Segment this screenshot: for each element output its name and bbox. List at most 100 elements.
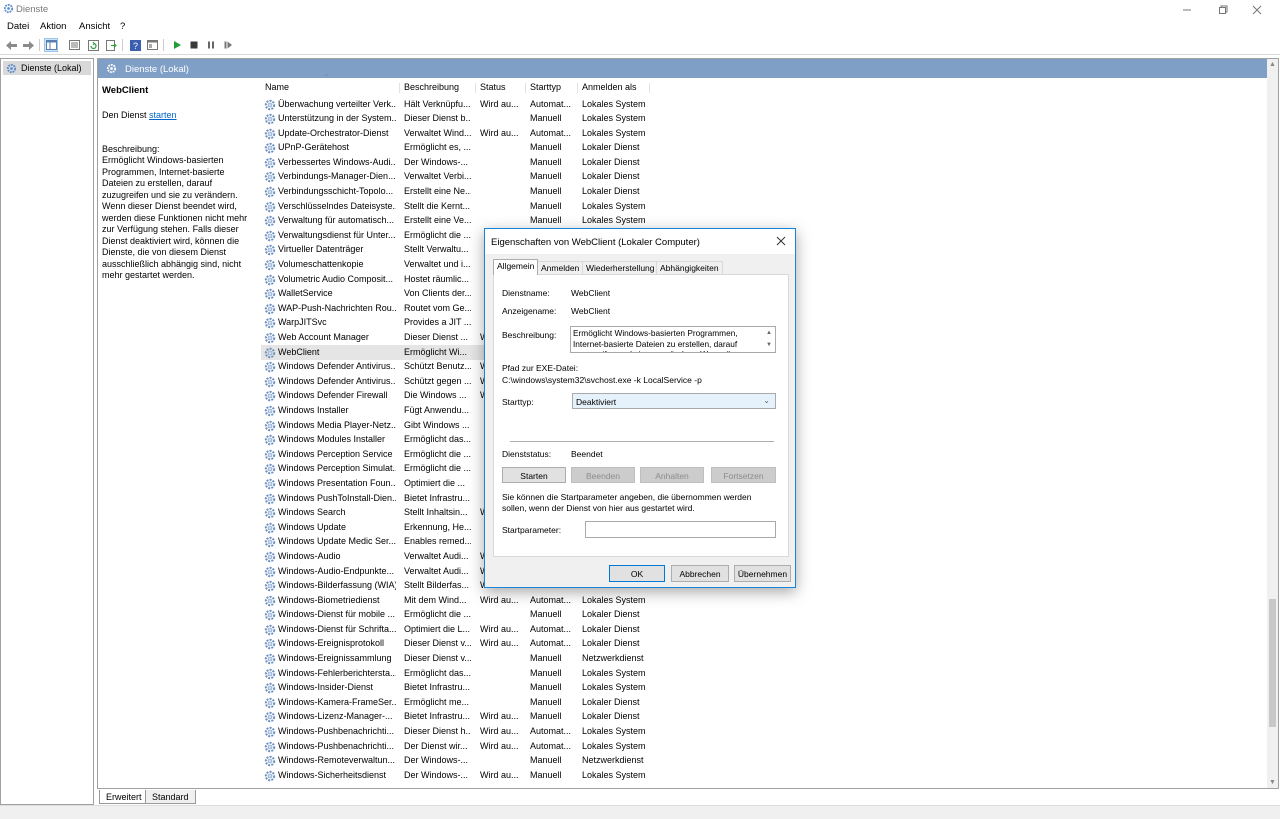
cell-description: Optimiert die ... <box>404 477 466 488</box>
cancel-button[interactable]: Abbrechen <box>671 565 729 582</box>
cell-name: Verbindungs-Manager-Dien... <box>278 171 396 182</box>
table-row[interactable]: Update-Orchestrator-Dienst Verwaltet Wind… <box>261 126 661 141</box>
cell-name: Verschlüsselndes Dateisyste... <box>278 200 396 211</box>
cell-logon: Lokales System <box>582 200 646 211</box>
cell-description: Ermöglicht die ... <box>404 229 471 240</box>
table-row[interactable]: Unterstützung in der System... Dieser Die… <box>261 112 661 127</box>
description-scrollbar[interactable]: ▲ ▼ <box>764 327 774 352</box>
table-row[interactable]: Windows-Biometriedienst Mit dem Wind... Wi… <box>261 593 661 608</box>
table-row[interactable]: UPnP-Gerätehost Ermöglicht es, ... Manuell… <box>261 141 661 156</box>
cell-description: Routet vom Ge... <box>404 302 471 313</box>
table-row[interactable]: Windows-Dienst für Schrifta... Optimiert … <box>261 622 661 637</box>
table-row[interactable]: Windows-Dienst für mobile ... Ermöglicht … <box>261 608 661 623</box>
tree-item-services-local[interactable]: Dienste (Lokal) <box>3 61 91 75</box>
service-gear-icon <box>264 405 276 417</box>
menu-aktion[interactable]: Aktion <box>40 21 66 32</box>
column-divider[interactable] <box>525 83 526 93</box>
table-row[interactable]: Windows-Pushbenachrichti... Der Dienst wi… <box>261 739 661 754</box>
service-gear-icon <box>264 653 276 665</box>
table-row[interactable]: Verbindungs-Manager-Dien... Verwaltet Ver… <box>261 170 661 185</box>
description-textbox[interactable]: Ermöglicht Windows-basierten Programmen,… <box>570 326 776 353</box>
refresh-icon[interactable] <box>86 38 100 52</box>
forward-icon[interactable] <box>21 38 35 52</box>
table-row[interactable]: Verbessertes Windows-Audi... Der Windows-… <box>261 155 661 170</box>
cell-logon: Lokales System <box>582 98 646 109</box>
pause-button[interactable]: Anhalten <box>640 467 704 483</box>
vertical-scrollbar[interactable]: ▲ ▼ <box>1267 59 1278 788</box>
tab-anmelden[interactable]: Anmelden <box>537 261 584 274</box>
column-name[interactable]: Name <box>265 82 289 93</box>
cell-description: Bietet Infrastru... <box>404 682 471 693</box>
help-icon[interactable]: ? <box>128 38 142 52</box>
tab-standard[interactable]: Standard <box>145 790 196 804</box>
service-gear-icon <box>264 303 276 315</box>
cell-status: Wird au... <box>480 623 519 634</box>
scroll-thumb[interactable] <box>1269 599 1276 727</box>
cell-name: WebClient <box>278 346 320 357</box>
service-gear-icon <box>264 215 276 227</box>
column-divider[interactable] <box>577 83 578 93</box>
table-row[interactable]: Windows-Pushbenachrichti... Dieser Dienst… <box>261 725 661 740</box>
cell-name: Windows Defender Firewall <box>278 390 388 401</box>
table-row[interactable]: Verwaltung für automatisch... Erstellt ei… <box>261 214 661 229</box>
restart-service-icon[interactable] <box>221 38 235 52</box>
tab-abhaengigkeiten[interactable]: Abhängigkeiten <box>656 261 723 274</box>
cell-name: Verbindungsschicht-Topolo... <box>278 186 394 197</box>
cell-logon: Lokaler Dienst <box>582 609 640 620</box>
tab-allgemein[interactable]: Allgemein <box>493 259 539 275</box>
console-tree: Dienste (Lokal) <box>0 58 94 805</box>
description-pane: WebClient Den Dienst starten Beschreibun… <box>98 78 256 788</box>
table-row[interactable]: Windows-Fehlerberichtersta... Ermöglicht … <box>261 666 661 681</box>
cell-description: Stellt die Kernt... <box>404 200 471 211</box>
column-status[interactable]: Status <box>480 82 506 93</box>
stop-service-icon[interactable] <box>187 38 201 52</box>
scroll-up-icon[interactable]: ▲ <box>1269 61 1276 68</box>
table-row[interactable]: Verschlüsselndes Dateisyste... Stellt die… <box>261 199 661 214</box>
stop-button[interactable]: Beenden <box>571 467 635 483</box>
table-row[interactable]: Windows-Ereignissammlung Dieser Dienst v.… <box>261 652 661 667</box>
startparams-input[interactable] <box>585 521 776 538</box>
table-row[interactable]: Verbindungsschicht-Topolo... Erstellt ein… <box>261 185 661 200</box>
column-divider[interactable] <box>649 83 650 93</box>
tab-wiederherstellung[interactable]: Wiederherstellung <box>582 261 659 274</box>
starttype-select[interactable]: Deaktiviert ⌄ <box>572 393 776 409</box>
divider <box>510 441 774 442</box>
show-hide-icon[interactable] <box>145 38 159 52</box>
table-row[interactable]: Windows-Sicherheitsdienst Der Windows-...… <box>261 768 661 783</box>
table-row[interactable]: Windows-Insider-Dienst Bietet Infrastru..… <box>261 681 661 696</box>
cell-starttype: Automat... <box>530 638 572 649</box>
pause-service-icon[interactable] <box>204 38 218 52</box>
tab-erweitert[interactable]: Erweitert <box>99 790 149 804</box>
ok-button[interactable]: OK <box>609 565 665 582</box>
table-row[interactable]: Windows-Remoteverwaltun... Der Windows-..… <box>261 754 661 769</box>
start-service-link[interactable]: starten <box>149 110 177 120</box>
table-row[interactable]: Überwachung verteilter Verk... Hält Verkn… <box>261 97 661 112</box>
table-row[interactable]: Windows-Kamera-FrameSer... Ermöglicht me.… <box>261 695 661 710</box>
table-row[interactable]: Windows-Lizenz-Manager-... Bietet Infrast… <box>261 710 661 725</box>
console-tree-icon[interactable] <box>44 38 58 52</box>
column-divider[interactable] <box>399 83 400 93</box>
toolbar-separator <box>39 39 40 51</box>
cell-description: Ermöglicht die ... <box>404 609 471 620</box>
start-service-icon[interactable] <box>170 38 184 52</box>
column-divider[interactable] <box>475 83 476 93</box>
dialog-close-icon[interactable] <box>773 233 789 249</box>
menu-help[interactable]: ? <box>120 21 125 32</box>
menu-datei[interactable]: Datei <box>7 21 29 32</box>
column-description[interactable]: Beschreibung <box>404 82 459 93</box>
cell-starttype: Automat... <box>530 726 572 737</box>
column-logon[interactable]: Anmelden als <box>582 82 637 93</box>
column-starttype[interactable]: Starttyp <box>530 82 561 93</box>
resume-button[interactable]: Fortsetzen <box>711 467 776 483</box>
table-row[interactable]: Windows-Ereignisprotokoll Dieser Dienst v… <box>261 637 661 652</box>
scroll-down-icon[interactable]: ▼ <box>1269 779 1276 786</box>
menu-ansicht[interactable]: Ansicht <box>79 21 110 32</box>
toolbar-separator <box>122 39 123 51</box>
start-button[interactable]: Starten <box>502 467 566 483</box>
export-list-icon[interactable] <box>104 38 118 52</box>
back-icon[interactable] <box>4 38 18 52</box>
properties-list-icon[interactable] <box>67 38 81 52</box>
service-gear-icon <box>264 580 276 592</box>
close-icon[interactable] <box>1234 0 1280 19</box>
apply-button[interactable]: Übernehmen <box>734 565 791 582</box>
